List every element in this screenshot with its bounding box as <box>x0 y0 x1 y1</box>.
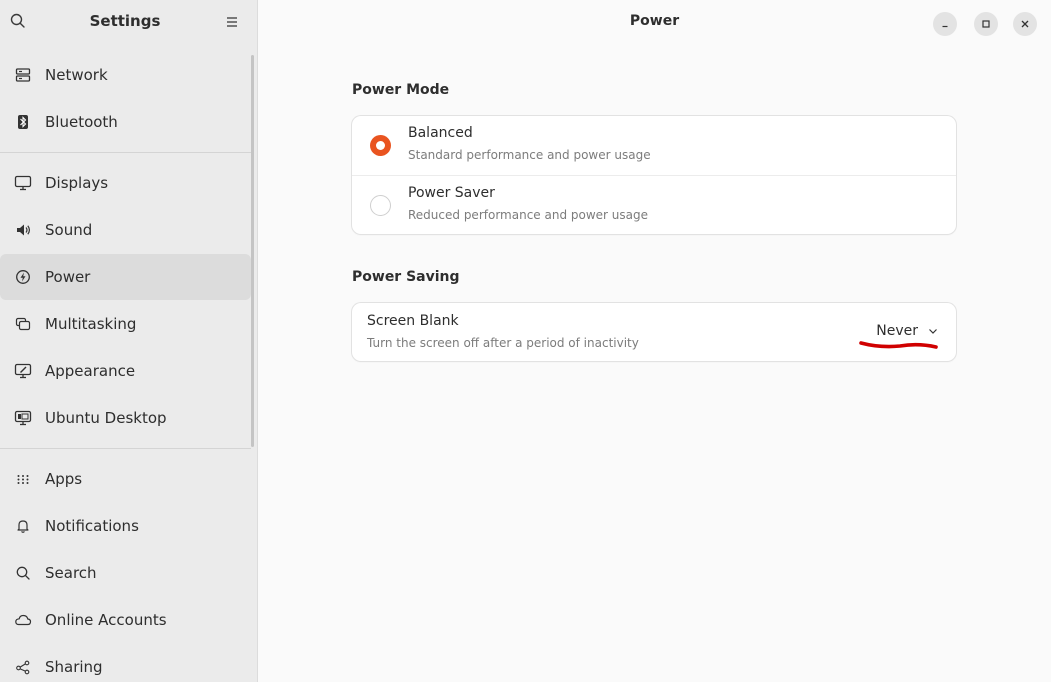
page-title: Power <box>629 13 680 29</box>
power-saving-heading: Power Saving <box>352 269 460 285</box>
option-label: Power Saver <box>408 185 495 201</box>
settings-window: Settings Network Bluetooth Displays Soun… <box>0 0 1051 682</box>
sidebar-item-network[interactable]: Network <box>0 52 251 98</box>
sidebar-item-label: Notifications <box>45 517 139 535</box>
sidebar-item-online-accounts[interactable]: Online Accounts <box>0 597 251 643</box>
sidebar-item-label: Apps <box>45 470 83 488</box>
minimize-button[interactable] <box>933 12 957 36</box>
sidebar-item-label: Sound <box>45 221 93 239</box>
sidebar-item-search[interactable]: Search <box>0 550 251 596</box>
sidebar-item-label: Appearance <box>45 362 136 380</box>
share-icon <box>14 658 32 676</box>
close-icon <box>1021 20 1029 28</box>
display-icon <box>14 174 32 192</box>
multitasking-icon <box>14 315 32 333</box>
sidebar-title: Settings <box>89 12 161 30</box>
bluetooth-icon <box>14 113 32 131</box>
sidebar-item-bluetooth[interactable]: Bluetooth <box>0 99 251 145</box>
main-header: Power <box>258 0 1051 44</box>
chevron-down-icon <box>929 329 937 334</box>
option-description: Reduced performance and power usage <box>408 208 648 222</box>
sidebar-item-displays[interactable]: Displays <box>0 160 251 206</box>
hamburger-menu-icon[interactable] <box>225 14 239 28</box>
minimize-icon <box>942 25 948 28</box>
sidebar-item-label: Power <box>45 268 91 286</box>
balanced-radio[interactable] <box>370 135 391 156</box>
sidebar-item-notifications[interactable]: Notifications <box>0 503 251 549</box>
option-description: Standard performance and power usage <box>408 148 651 162</box>
sidebar-item-label: Multitasking <box>45 315 137 333</box>
appearance-icon <box>14 362 32 380</box>
sidebar-scrollbar[interactable] <box>251 55 254 447</box>
sidebar-item-label: Ubuntu Desktop <box>45 409 167 427</box>
sidebar: Settings Network Bluetooth Displays Soun… <box>0 0 258 682</box>
power-mode-heading: Power Mode <box>352 82 450 98</box>
power-mode-option-power-saver[interactable]: Power Saver Reduced performance and powe… <box>352 175 956 234</box>
sidebar-item-ubuntu-desktop[interactable]: Ubuntu Desktop <box>0 395 251 441</box>
sidebar-item-label: Online Accounts <box>45 611 167 629</box>
sidebar-separator <box>0 152 251 153</box>
sidebar-item-appearance[interactable]: Appearance <box>0 348 251 394</box>
sidebar-item-label: Search <box>45 564 97 582</box>
ubuntu-desktop-icon <box>14 409 32 427</box>
sidebar-item-label: Displays <box>45 174 109 192</box>
sidebar-item-label: Bluetooth <box>45 113 118 131</box>
search-icon <box>14 564 32 582</box>
sidebar-header: Settings <box>0 0 257 44</box>
speaker-icon <box>14 221 32 239</box>
screen-blank-label: Screen Blank <box>367 313 459 329</box>
sidebar-separator <box>0 448 251 449</box>
power-mode-card: Balanced Standard performance and power … <box>352 116 956 234</box>
close-button[interactable] <box>1013 12 1037 36</box>
main-content: Power Power Mode Balanced Standard perfo… <box>258 0 1051 682</box>
sidebar-item-apps[interactable]: Apps <box>0 456 251 502</box>
network-icon <box>14 66 32 84</box>
option-label: Balanced <box>408 125 473 141</box>
sidebar-list: Network Bluetooth Displays Sound Power M… <box>0 52 251 682</box>
sidebar-item-power[interactable]: Power <box>0 254 251 300</box>
apps-grid-icon <box>14 470 32 488</box>
power-saver-radio[interactable] <box>370 195 391 216</box>
power-icon <box>14 268 32 286</box>
sidebar-item-label: Network <box>45 66 108 84</box>
cloud-icon <box>14 611 32 629</box>
bell-icon <box>14 517 32 535</box>
power-mode-option-balanced[interactable]: Balanced Standard performance and power … <box>352 116 956 175</box>
sidebar-item-label: Sharing <box>45 658 103 676</box>
screen-blank-description: Turn the screen off after a period of in… <box>367 336 639 350</box>
sidebar-item-sharing[interactable]: Sharing <box>0 644 251 682</box>
red-underline-annotation <box>859 341 938 349</box>
sidebar-item-sound[interactable]: Sound <box>0 207 251 253</box>
maximize-button[interactable] <box>974 12 998 36</box>
sidebar-item-multitasking[interactable]: Multitasking <box>0 301 251 347</box>
maximize-icon <box>982 20 990 28</box>
